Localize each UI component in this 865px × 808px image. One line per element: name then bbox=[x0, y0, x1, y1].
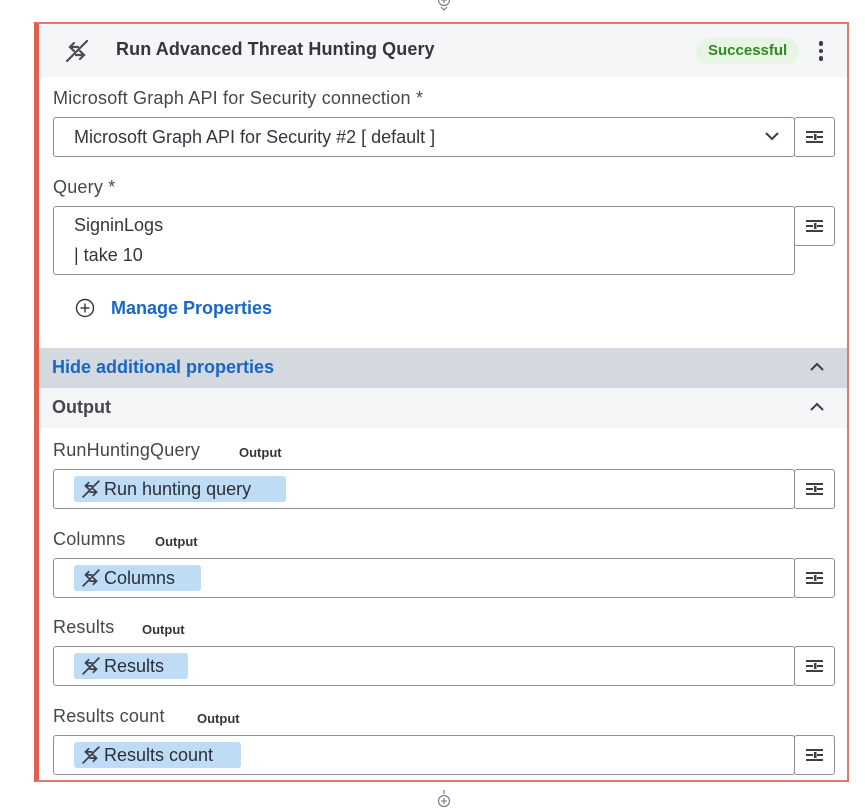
output-chip-label: Run hunting query bbox=[104, 478, 252, 499]
output-chip-label: Results bbox=[104, 655, 165, 676]
query-line-2: | take 10 bbox=[74, 245, 143, 265]
add-step-bottom-icon[interactable] bbox=[435, 790, 453, 808]
add-step-top-icon[interactable] bbox=[435, 0, 453, 12]
output-chip[interactable]: Run hunting query bbox=[74, 476, 286, 502]
sliders-icon bbox=[806, 749, 823, 761]
output-section-toggle[interactable]: Output bbox=[39, 388, 847, 428]
integration-link-icon bbox=[65, 39, 89, 63]
chevron-up-icon bbox=[810, 362, 824, 371]
query-line-1: SigninLogs bbox=[74, 215, 164, 235]
sliders-icon bbox=[806, 660, 823, 672]
integration-link-icon bbox=[82, 569, 100, 587]
output-options-button[interactable] bbox=[794, 735, 835, 775]
query-label: Query * bbox=[53, 177, 116, 197]
query-options-button[interactable] bbox=[794, 206, 835, 246]
output-chip[interactable]: Results bbox=[74, 653, 188, 679]
output-chip-label: Results count bbox=[104, 744, 214, 765]
output-field-label: Results bbox=[53, 617, 115, 637]
integration-link-icon bbox=[82, 657, 100, 675]
query-textarea[interactable]: SigninLogs | take 10 bbox=[53, 206, 795, 275]
hide-additional-properties-toggle[interactable]: Hide additional properties bbox=[39, 348, 847, 388]
output-field-label: RunHuntingQuery bbox=[53, 440, 201, 460]
sliders-icon bbox=[806, 483, 823, 495]
output-options-button[interactable] bbox=[794, 558, 835, 598]
sliders-icon bbox=[806, 572, 823, 584]
manage-properties-label: Manage Properties bbox=[111, 298, 273, 318]
output-section-label: Output bbox=[52, 397, 111, 417]
integration-link-icon bbox=[82, 746, 100, 764]
chevron-up-icon bbox=[810, 402, 824, 411]
output-field-input[interactable]: Results count bbox=[53, 735, 795, 775]
output-tag: Output bbox=[197, 711, 240, 726]
action-card: Run Advanced Threat Hunting Query Succes… bbox=[34, 22, 849, 782]
output-chip[interactable]: Columns bbox=[74, 565, 201, 591]
output-tag: Output bbox=[155, 534, 198, 549]
output-field-input[interactable]: Run hunting query bbox=[53, 469, 795, 509]
output-options-button[interactable] bbox=[794, 469, 835, 509]
connection-value: Microsoft Graph API for Security #2 [ de… bbox=[74, 127, 436, 147]
plus-circle-icon bbox=[75, 298, 95, 318]
output-tag: Output bbox=[239, 445, 282, 460]
output-options-button[interactable] bbox=[794, 646, 835, 686]
output-field-input[interactable]: Results bbox=[53, 646, 795, 686]
output-field-label: Results count bbox=[53, 706, 165, 726]
connection-label: Microsoft Graph API for Security connect… bbox=[53, 88, 424, 108]
status-badge: Successful bbox=[696, 38, 800, 64]
output-field-label: Columns bbox=[53, 529, 126, 549]
output-field-input[interactable]: Columns bbox=[53, 558, 795, 598]
integration-link-icon bbox=[82, 480, 100, 498]
chevron-down-icon bbox=[765, 132, 779, 141]
card-title: Run Advanced Threat Hunting Query bbox=[116, 39, 435, 59]
output-chip-label: Columns bbox=[104, 567, 176, 588]
output-tag: Output bbox=[142, 622, 185, 637]
card-header: Run Advanced Threat Hunting Query Succes… bbox=[39, 24, 847, 77]
connection-options-button[interactable] bbox=[794, 117, 835, 157]
kebab-menu-icon[interactable] bbox=[817, 41, 825, 63]
sliders-icon bbox=[806, 220, 823, 232]
hide-additional-properties-label: Hide additional properties bbox=[52, 357, 275, 377]
output-chip[interactable]: Results count bbox=[74, 742, 241, 768]
connection-dropdown[interactable]: Microsoft Graph API for Security #2 [ de… bbox=[53, 117, 795, 157]
sliders-icon bbox=[806, 131, 823, 143]
